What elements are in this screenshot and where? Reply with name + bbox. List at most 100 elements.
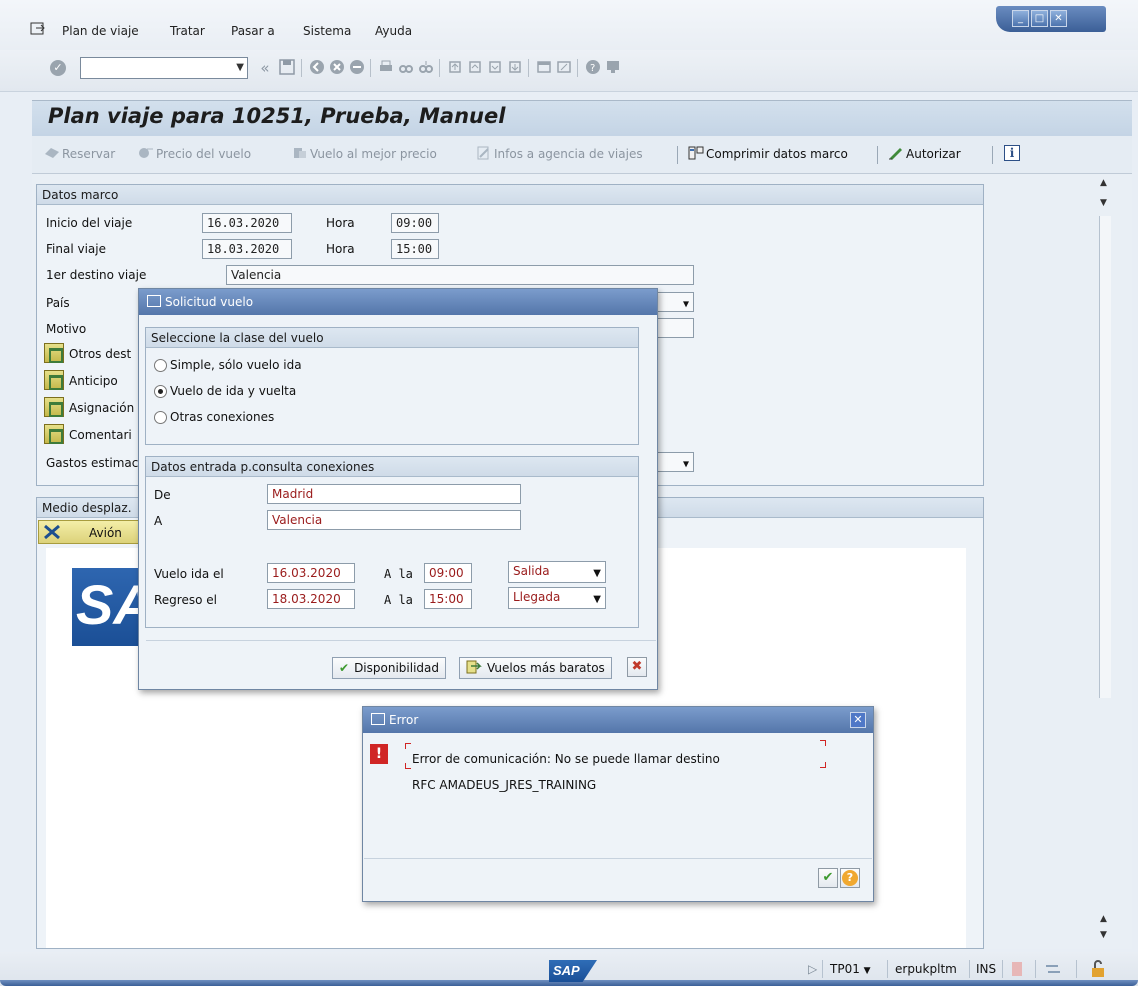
comentario-icon[interactable] [44, 424, 64, 444]
a-field[interactable]: Valencia [267, 510, 521, 530]
regreso-fecha-field[interactable]: 18.03.2020 [267, 589, 355, 609]
autorizar-button[interactable]: Autorizar [888, 146, 961, 161]
dialog-title-bar[interactable]: Error [363, 707, 873, 733]
back-icon[interactable] [308, 59, 326, 77]
play-icon[interactable]: ▷ [808, 962, 817, 976]
chevron-down-icon: ▼ [593, 568, 601, 579]
scroll-down-icon[interactable]: ▼ [1100, 930, 1107, 940]
otros-destinos-icon[interactable] [44, 343, 64, 363]
dialog-title-bar[interactable]: Solicitud vuelo [139, 289, 657, 315]
confirm-check-icon[interactable]: ✔ [818, 868, 838, 888]
chevron-down-icon: ▼ [593, 594, 601, 605]
close-icon[interactable]: ✕ [1050, 10, 1067, 27]
ida-hora-field[interactable]: 09:00 [424, 563, 472, 583]
ida-tipo-dropdown[interactable]: Salida ▼ [508, 561, 606, 583]
a-la-label: A la [384, 567, 413, 581]
menu-sistema[interactable]: Sistema [303, 24, 351, 38]
disponibilidad-button[interactable]: ✔ Disponibilidad [332, 657, 446, 679]
close-icon[interactable]: ✕ [850, 712, 866, 728]
save-icon[interactable] [278, 59, 296, 77]
info-icon[interactable]: i [1004, 145, 1020, 161]
menu-plan-de-viaje[interactable]: Plan de viaje [62, 24, 139, 38]
regreso-hora-field[interactable]: 15:00 [424, 589, 472, 609]
window-icon [147, 295, 161, 307]
toolbar-separator [301, 59, 302, 77]
regreso-tipo-dropdown[interactable]: Llegada ▼ [508, 587, 606, 609]
next-page-icon[interactable] [486, 59, 504, 77]
system-id[interactable]: TP01 ▼ [830, 962, 871, 976]
first-page-icon[interactable] [446, 59, 464, 77]
exit-icon[interactable] [328, 59, 346, 77]
a-label: A [154, 514, 163, 528]
maximize-icon[interactable]: □ [1031, 10, 1048, 27]
layout-menu-icon[interactable] [604, 59, 622, 77]
inicio-hora-field[interactable]: 09:00 [391, 213, 439, 233]
best-price-icon [292, 146, 308, 160]
de-label: De [154, 488, 171, 502]
status-separator [969, 960, 970, 978]
radio-simple-label: Simple, sólo vuelo ida [170, 358, 302, 372]
last-page-icon[interactable] [506, 59, 524, 77]
precio-vuelo-button[interactable]: Precio del vuelo [138, 146, 251, 161]
help-icon[interactable]: ? [584, 59, 602, 77]
shortcut-icon[interactable] [555, 59, 573, 77]
inicio-viaje-field[interactable]: 16.03.2020 [202, 213, 292, 233]
infos-agencia-button[interactable]: Infos a agencia de viajes [476, 146, 643, 161]
hora-label: Hora [326, 216, 355, 230]
anticipo-icon[interactable] [44, 370, 64, 390]
menu-tratar[interactable]: Tratar [170, 24, 205, 38]
cancel-icon[interactable] [348, 59, 366, 77]
new-session-icon[interactable] [535, 59, 553, 77]
comprimir-datos-marco-button[interactable]: Comprimir datos marco [688, 146, 848, 161]
destino-field[interactable]: Valencia [226, 265, 694, 285]
final-viaje-label: Final viaje [46, 242, 106, 256]
vuelos-baratos-button[interactable]: Vuelos más baratos [459, 657, 612, 679]
lock-icon[interactable] [1090, 960, 1106, 981]
ida-fecha-field[interactable]: 16.03.2020 [267, 563, 355, 583]
help-icon[interactable]: ? [840, 868, 860, 888]
vuelo-mejor-precio-button[interactable]: Vuelo al mejor precio [292, 146, 437, 161]
command-field[interactable]: ▼ [80, 57, 248, 79]
radio-simple[interactable] [154, 359, 167, 372]
booking-icon [44, 146, 60, 160]
chevron-down-icon[interactable]: ▼ [236, 62, 244, 73]
menu-ayuda[interactable]: Ayuda [375, 24, 412, 38]
check-icon: ✔ [339, 661, 350, 675]
avion-tab[interactable]: Avión [38, 520, 140, 544]
chevron-down-icon: ▼ [682, 459, 689, 470]
window-icon [371, 713, 385, 725]
radio-otras[interactable] [154, 411, 167, 424]
scroll-down-icon[interactable]: ▼ [1100, 198, 1107, 208]
hora-label: Hora [326, 242, 355, 256]
find-next-icon[interactable] [417, 59, 435, 77]
toolbar-separator [992, 146, 993, 164]
motivo-label: Motivo [46, 322, 87, 336]
print-icon[interactable] [377, 59, 395, 77]
de-field[interactable]: Madrid [267, 484, 521, 504]
connection-icon[interactable] [1044, 962, 1062, 979]
destino-label: 1er destino viaje [46, 268, 147, 282]
regreso-label: Regreso el [154, 593, 217, 607]
reservar-button[interactable]: Reservar [44, 146, 115, 161]
menu-bar: Plan de viaje Tratar Pasar a Sistema Ayu… [0, 0, 1138, 50]
scroll-up-icon[interactable]: ▲ [1100, 914, 1107, 924]
final-hora-field[interactable]: 15:00 [391, 239, 439, 259]
final-viaje-field[interactable]: 18.03.2020 [202, 239, 292, 259]
asignacion-icon[interactable] [44, 397, 64, 417]
previous-page-icon[interactable] [466, 59, 484, 77]
error-message-line1: Error de comunicación: No se puede llama… [412, 752, 720, 766]
inicio-viaje-label: Inicio del viaje [46, 216, 133, 230]
status-separator [822, 960, 823, 978]
find-icon[interactable] [397, 59, 415, 77]
radio-ida-vuelta[interactable] [154, 385, 167, 398]
enter-check-icon[interactable]: ✓ [50, 60, 66, 76]
bracket-mark [405, 763, 411, 769]
status-indicator-icon [1012, 962, 1022, 976]
scroll-up-icon[interactable]: ▲ [1100, 178, 1107, 188]
vertical-scrollbar-track[interactable] [1099, 216, 1111, 698]
cancel-x-icon[interactable]: ✖ [627, 657, 647, 677]
menu-window-icon[interactable] [30, 22, 46, 36]
status-separator [1035, 960, 1036, 978]
menu-pasar-a[interactable]: Pasar a [231, 24, 275, 38]
minimize-icon[interactable]: _ [1012, 10, 1029, 27]
